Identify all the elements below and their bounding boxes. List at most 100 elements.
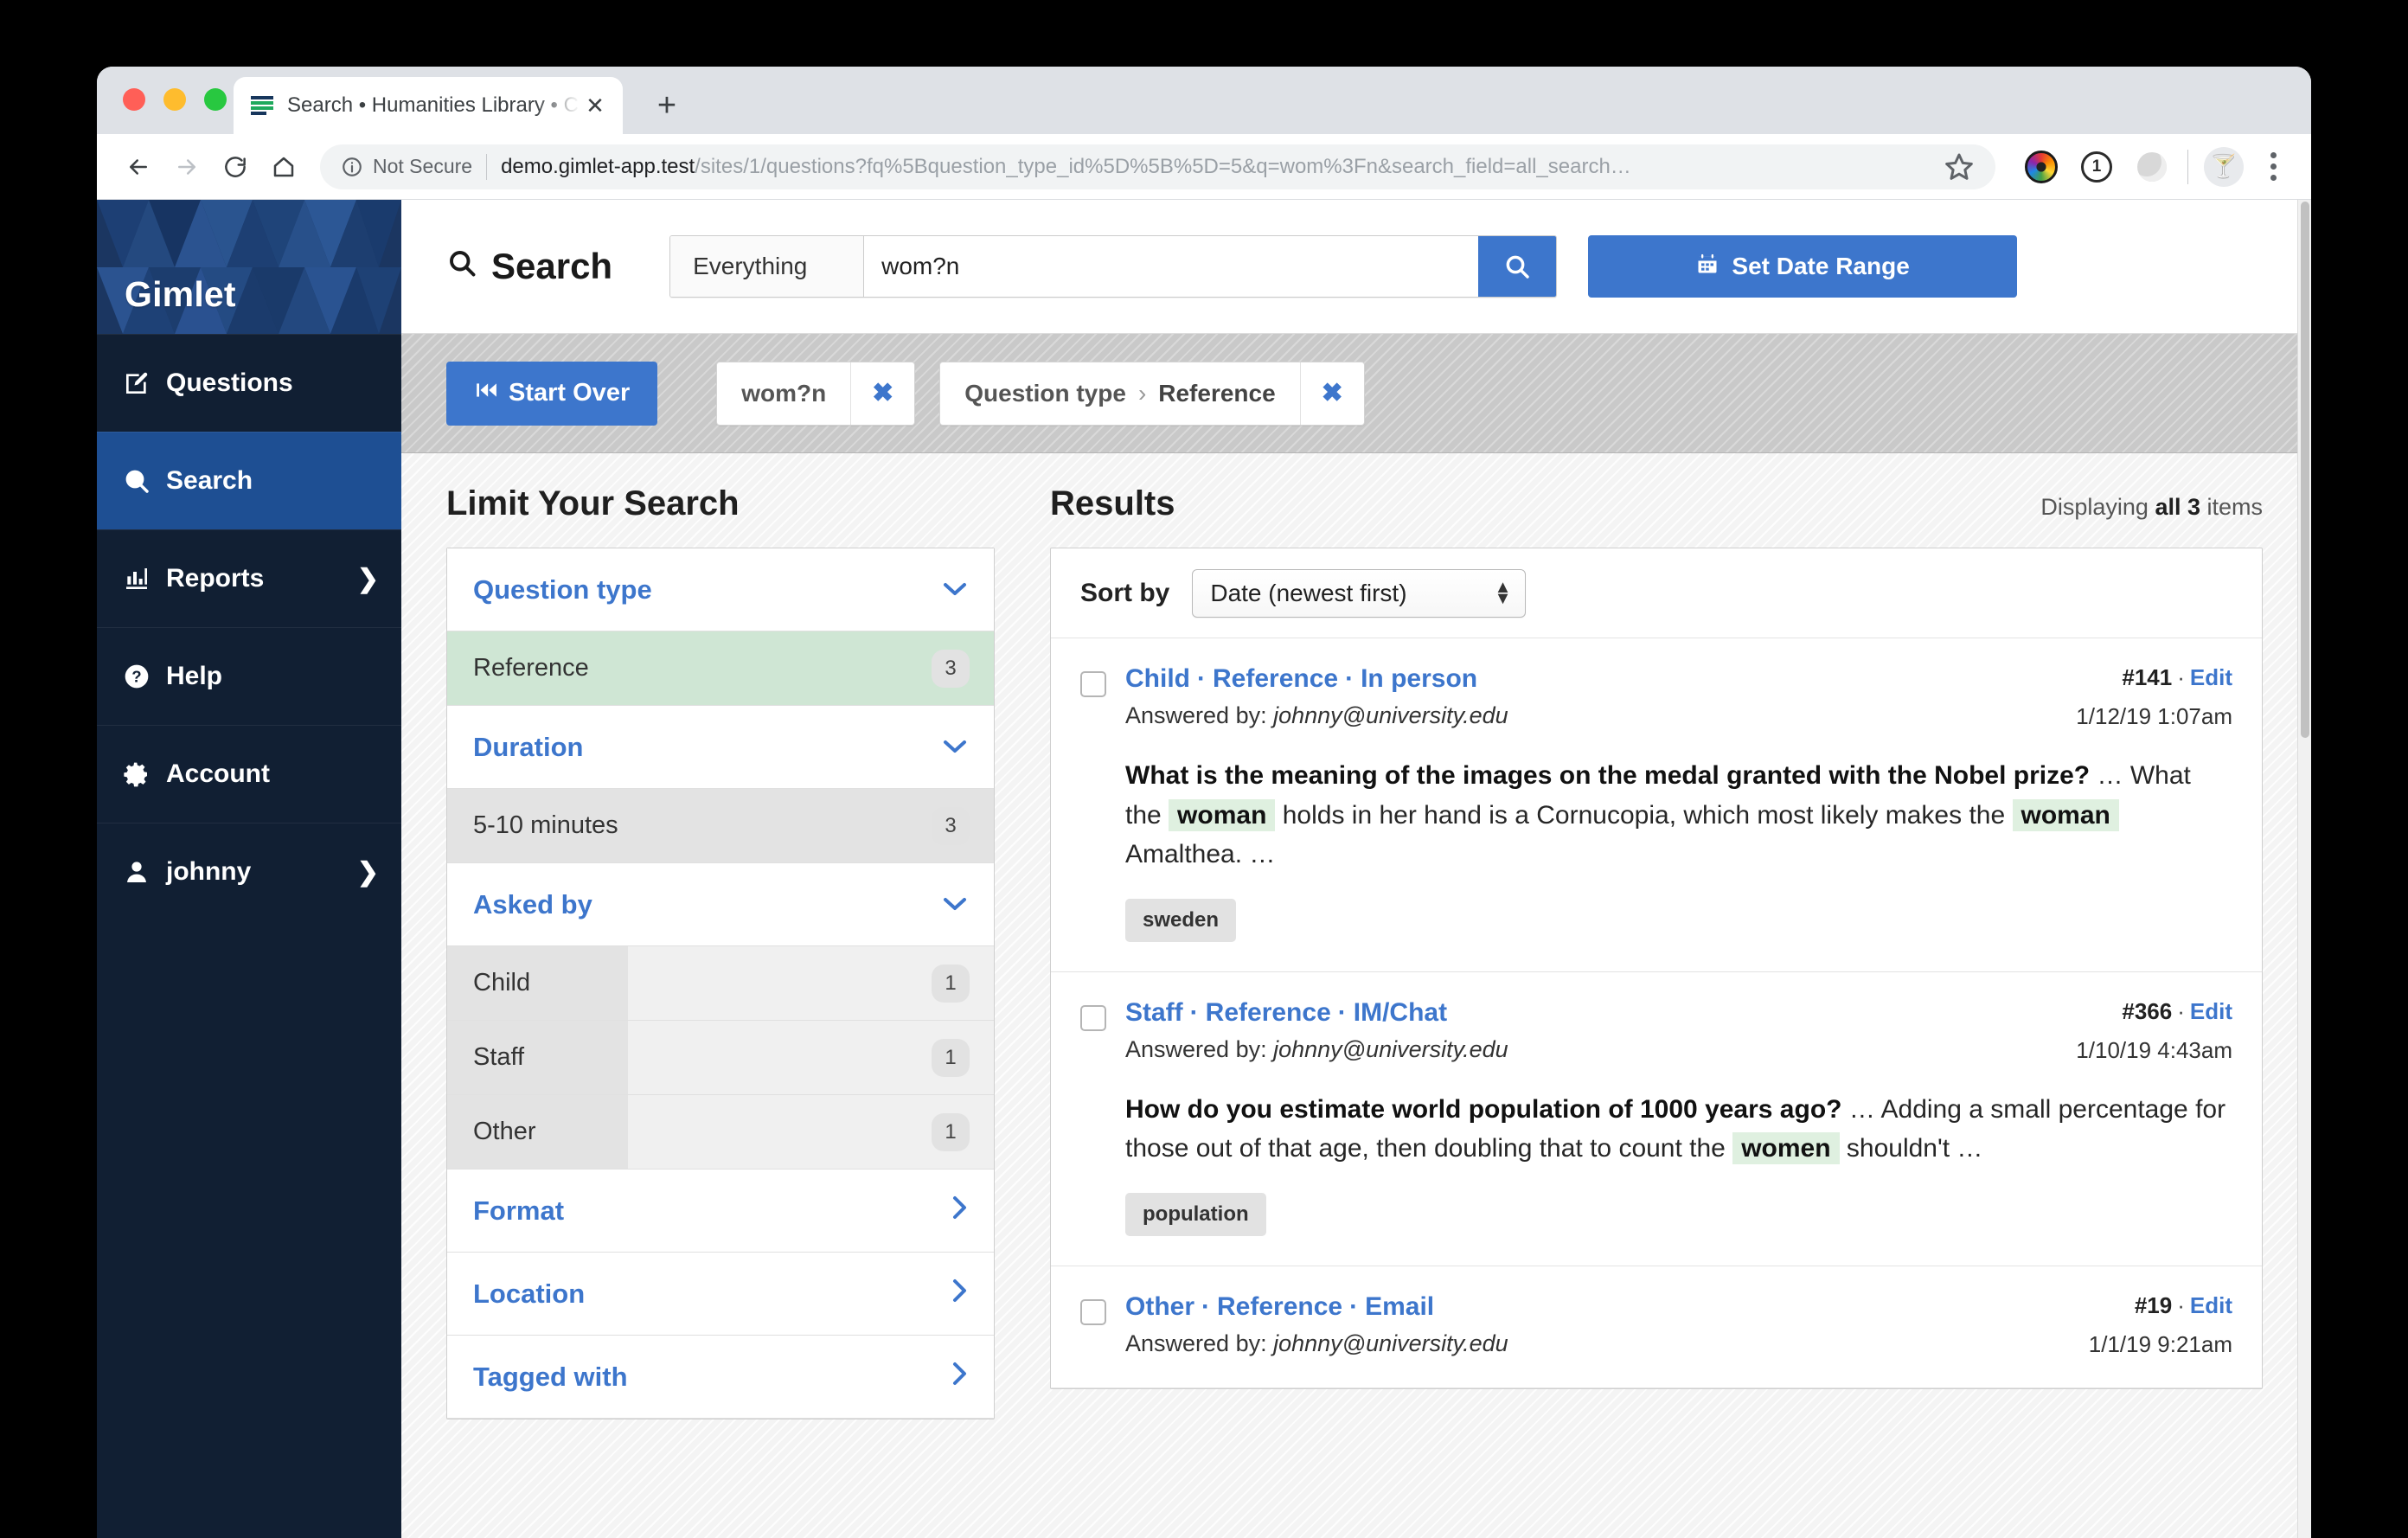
bar-chart-icon (123, 564, 159, 593)
facet-row[interactable]: Staff 1 (447, 1021, 994, 1095)
rewind-icon (474, 379, 498, 408)
result-tags: sweden (1125, 898, 2232, 942)
sidebar-item-help[interactable]: ? Help (97, 627, 401, 725)
result-item[interactable]: Child · Reference · In person Answered by: j… (1051, 638, 2262, 972)
result-id: #19 (2134, 1291, 2173, 1318)
filter-chip-field: Question type (964, 379, 1126, 407)
facet-row[interactable]: Reference 3 (447, 631, 994, 706)
gimlet-favicon-icon (251, 94, 273, 117)
new-tab-button[interactable]: + (647, 86, 687, 125)
filter-chip-question-type-text: Question type › Reference (940, 362, 1299, 425)
close-tab-icon[interactable]: ✕ (583, 93, 607, 118)
result-edit-link[interactable]: Edit (2190, 998, 2232, 1024)
sort-by-select[interactable]: Date (newest first) ▲ ▼ (1192, 568, 1527, 618)
sidebar-item-questions[interactable]: Questions (97, 334, 401, 432)
maximize-window-button[interactable] (204, 88, 227, 111)
result-edit-link[interactable]: Edit (2190, 1292, 2232, 1318)
result-item[interactable]: Staff · Reference · IM/Chat Answered by: joh… (1051, 972, 2262, 1266)
bookmark-star-icon[interactable] (1942, 150, 1976, 184)
answered-by-email: johnny@university.edu (1273, 702, 1508, 728)
result-checkbox[interactable] (1080, 1298, 1106, 1325)
facet-row-label: 5-10 minutes (473, 811, 618, 839)
result-checkbox[interactable] (1080, 671, 1106, 697)
sidebar-item-label: Account (166, 759, 270, 788)
answered-by-email: johnny@university.edu (1273, 1330, 1508, 1356)
facet-row[interactable]: Child 1 (447, 946, 994, 1021)
snippet-post: Amalthea. … (1125, 840, 1276, 869)
remove-filter-icon[interactable]: ✖ (1299, 362, 1364, 425)
tag-badge[interactable]: sweden (1125, 898, 1237, 942)
facet-row[interactable]: Other 1 (447, 1095, 994, 1170)
browser-menu-button[interactable] (2256, 152, 2290, 181)
facet-row-label: Reference (473, 654, 589, 682)
scrollbar-thumb[interactable] (2301, 202, 2309, 738)
app-sidebar: Gimlet Questions Search Reports ❯ ? Help… (97, 200, 401, 1538)
extension-1password-icon[interactable]: 1 (2077, 147, 2117, 187)
facet-header-tagged-with[interactable]: Tagged with (447, 1336, 994, 1419)
limit-panel-heading: Limit Your Search (446, 484, 740, 522)
page-title-label: Search (491, 246, 613, 286)
content-area: Limit Your Search Question type Referenc… (401, 453, 2311, 1538)
sidebar-item-search[interactable]: Search (97, 432, 401, 529)
extension-circle-icon[interactable] (2132, 147, 2172, 187)
minimize-window-button[interactable] (163, 88, 186, 111)
result-id-row: #141 · Edit (2122, 664, 2232, 690)
question-circle-icon: ? (123, 662, 159, 691)
search-input[interactable] (864, 236, 1479, 297)
remove-filter-icon[interactable]: ✖ (850, 362, 914, 425)
result-format-link[interactable]: IM/Chat (1354, 998, 1447, 1027)
result-asked-by-link[interactable]: Child (1125, 664, 1190, 693)
facet-row[interactable]: 5-10 minutes 3 (447, 789, 994, 863)
snippet-ellipsis: … (2097, 761, 2123, 790)
facet-header-duration[interactable]: Duration (447, 706, 994, 789)
facet-row-count: 1 (932, 964, 970, 1003)
result-format-link[interactable]: Email (1365, 1292, 1434, 1321)
facet-header-question-type[interactable]: Question type (447, 548, 994, 631)
start-over-button[interactable]: Start Over (446, 361, 658, 426)
result-item[interactable]: Other · Reference · Email Answered by: johnn… (1051, 1266, 2262, 1388)
facet-header-format[interactable]: Format (447, 1170, 994, 1253)
filter-chip-query[interactable]: wom?n ✖ (716, 361, 916, 426)
answered-by-label: Answered by: (1125, 1035, 1267, 1062)
sidebar-item-account[interactable]: Account (97, 725, 401, 823)
snippet-highlight: woman (2012, 798, 2119, 831)
result-format-link[interactable]: In person (1361, 664, 1477, 693)
facet-row-label: Staff (473, 1043, 525, 1071)
result-edit-link[interactable]: Edit (2190, 664, 2232, 690)
address-bar[interactable]: Not Secure demo.gimlet-app.test/sites/1/… (320, 144, 1995, 189)
close-window-button[interactable] (123, 88, 145, 111)
filter-chip-question-type[interactable]: Question type › Reference ✖ (939, 361, 1365, 426)
sidebar-item-user[interactable]: johnny ❯ (97, 823, 401, 920)
result-tags: population (1125, 1192, 2232, 1236)
reload-button[interactable] (211, 143, 259, 191)
search-icon (446, 246, 477, 287)
svg-text:?: ? (131, 668, 141, 686)
set-date-range-button[interactable]: Set Date Range (1588, 235, 2018, 298)
result-asked-by-link[interactable]: Staff (1125, 998, 1183, 1027)
submit-search-button[interactable] (1478, 236, 1557, 297)
back-button[interactable] (114, 143, 163, 191)
facet-name: Location (473, 1278, 586, 1309)
result-answered-by: Answered by: johnny@university.edu (1125, 1330, 2072, 1357)
brand-name: Gimlet (125, 274, 236, 314)
page-scrollbar[interactable] (2297, 200, 2311, 1538)
result-date: 1/10/19 4:43am (2076, 1036, 2232, 1063)
search-scope-select[interactable]: Everything (670, 236, 865, 297)
result-question-type-link[interactable]: Reference (1213, 664, 1338, 693)
browser-tab[interactable]: Search • Humanities Library • C ✕ (234, 77, 623, 134)
result-checkbox[interactable] (1080, 1004, 1106, 1031)
extension-camera-icon[interactable] (2021, 147, 2061, 187)
profile-avatar[interactable]: 🍸 (2204, 146, 2244, 187)
facet-header-location[interactable]: Location (447, 1253, 994, 1336)
snippet-highlight: woman (1169, 798, 1276, 831)
home-button[interactable] (259, 143, 308, 191)
limit-your-search-panel: Limit Your Search Question type Referenc… (401, 453, 1029, 1538)
result-question-type-link[interactable]: Reference (1206, 998, 1331, 1027)
forward-button[interactable] (163, 143, 211, 191)
facet-header-asked-by[interactable]: Asked by (447, 863, 994, 946)
result-question-type-link[interactable]: Reference (1217, 1292, 1342, 1321)
sidebar-item-reports[interactable]: Reports ❯ (97, 529, 401, 627)
url-path: /sites/1/questions?fq%5Bquestion_type_id… (695, 154, 1631, 178)
tag-badge[interactable]: population (1125, 1192, 1266, 1236)
result-asked-by-link[interactable]: Other (1125, 1292, 1194, 1321)
